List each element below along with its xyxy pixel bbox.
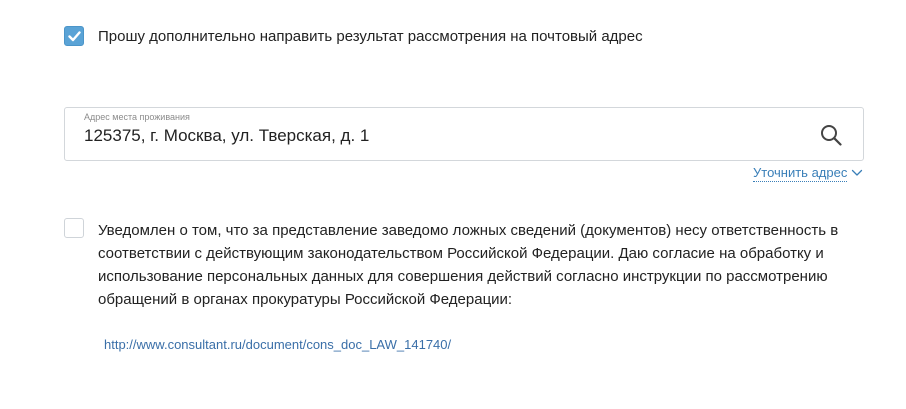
residence-address-value[interactable]: 125375, г. Москва, ул. Тверская, д. 1 (84, 125, 369, 147)
residence-address-field[interactable]: Адрес места проживания 125375, г. Москва… (64, 107, 864, 161)
residence-address-caption: Адрес места проживания (84, 112, 190, 122)
postal-address-checkbox[interactable] (64, 26, 84, 46)
consent-checkbox[interactable] (64, 218, 84, 238)
consent-text-line: обращений в органах прокуратуры Российск… (98, 291, 513, 308)
consent-text-line: соответствии с действующим законодательс… (98, 245, 824, 262)
search-icon[interactable] (820, 124, 842, 146)
instruction-document-link[interactable]: http://www.consultant.ru/document/cons_d… (104, 337, 451, 353)
consent-text-line: Уведомлен о том, что за представление за… (98, 222, 839, 239)
consent-text[interactable]: Уведомлен о том, что за представление за… (98, 219, 858, 311)
clarify-address-link[interactable]: Уточнить адрес (753, 165, 848, 182)
appeal-form-section: Прошу дополнительно направить результат … (0, 0, 906, 409)
postal-address-checkbox-label[interactable]: Прошу дополнительно направить результат … (98, 27, 643, 47)
consent-text-line: использование персональных данных для со… (98, 268, 828, 285)
chevron-down-icon[interactable] (851, 168, 863, 178)
checkmark-icon (68, 31, 81, 42)
